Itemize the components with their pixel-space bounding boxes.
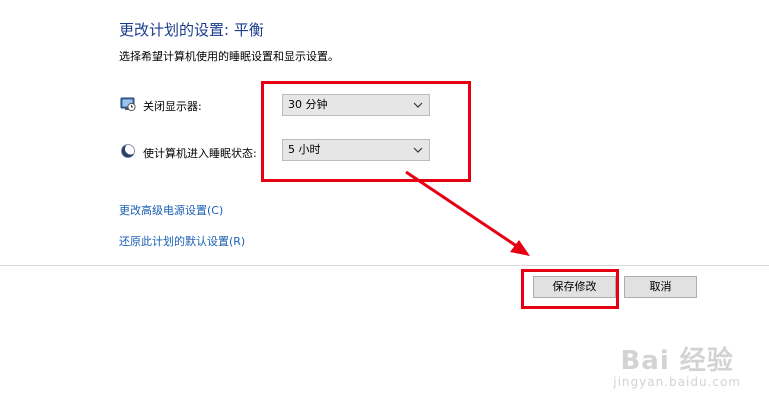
sleep-label: 使计算机进入睡眠状态: xyxy=(143,147,257,160)
chevron-down-icon xyxy=(413,147,423,153)
moon-sleep-icon xyxy=(121,143,136,158)
display-off-label: 关闭显示器: xyxy=(143,100,202,113)
chevron-down-icon xyxy=(413,102,423,108)
display-off-value: 30 分钟 xyxy=(288,98,328,111)
sleep-value: 5 小时 xyxy=(288,143,321,156)
cancel-button[interactable]: 取消 xyxy=(624,276,697,298)
footer-divider xyxy=(0,265,769,266)
monitor-clock-icon xyxy=(120,97,136,112)
display-off-select[interactable]: 30 分钟 xyxy=(282,94,430,116)
save-changes-button[interactable]: 保存修改 xyxy=(533,276,616,298)
page-subtitle: 选择希望计算机使用的睡眠设置和显示设置。 xyxy=(119,50,339,63)
baidu-jingyan-watermark: Bai 经验 jingyan.baidu.com xyxy=(613,346,741,389)
restore-defaults-link[interactable]: 还原此计划的默认设置(R) xyxy=(119,233,245,249)
sleep-select[interactable]: 5 小时 xyxy=(282,139,430,161)
page-title: 更改计划的设置: 平衡 xyxy=(119,21,264,39)
advanced-power-settings-link[interactable]: 更改高级电源设置(C) xyxy=(119,202,223,218)
